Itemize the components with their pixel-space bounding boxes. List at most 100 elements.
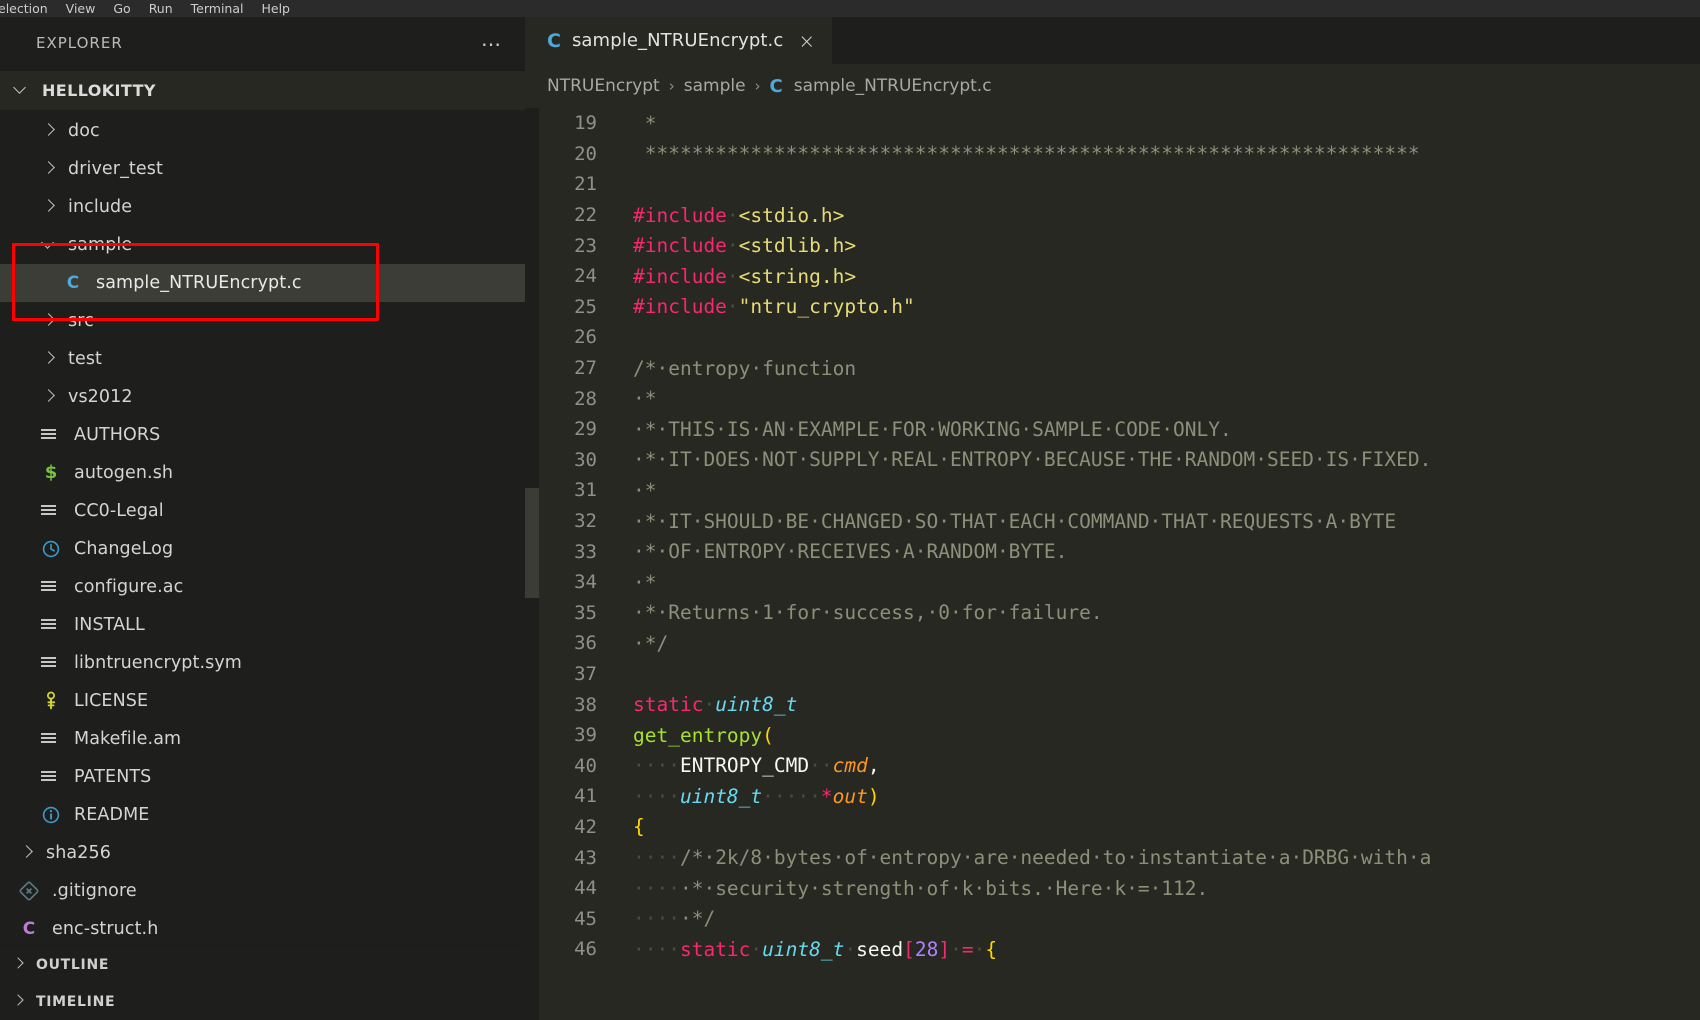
menu-item-help[interactable]: Help — [252, 0, 299, 17]
menu-item-run[interactable]: Run — [140, 0, 182, 17]
code-line[interactable]: 31 ·* — [539, 475, 1700, 506]
tree-item-libntruencrypt-sym[interactable]: libntruencrypt.sym — [0, 644, 525, 682]
line-number: 20 — [574, 142, 597, 165]
chevron-right-icon[interactable] — [38, 310, 60, 332]
code-line[interactable]: 45 ·····*/ — [539, 903, 1700, 934]
code-content[interactable]: 19 * 20 *********************************… — [539, 108, 1700, 1020]
line-text — [617, 173, 645, 196]
code-token: · — [726, 295, 739, 319]
code-line[interactable]: 24 #include·<string.h> — [539, 261, 1700, 292]
chevron-right-icon[interactable] — [38, 348, 60, 370]
code-line[interactable]: 20 *************************************… — [539, 139, 1700, 170]
line-number: 42 — [574, 815, 597, 838]
tree-item-label: INSTALL — [74, 614, 145, 635]
tree-item-vs2012[interactable]: vs2012 — [0, 378, 525, 416]
code-line[interactable]: 42 { — [539, 812, 1700, 843]
editor-scrollbar[interactable] — [525, 108, 539, 1020]
tree-item-label: PATENTS — [74, 766, 152, 787]
breadcrumb-item-file[interactable]: sample_NTRUEncrypt.c — [794, 76, 992, 96]
line-text: ·····*·security·strength·of·k·bits.·Here… — [617, 877, 1208, 900]
tree-item-license[interactable]: LICENSE — [0, 682, 525, 720]
outline-panel-label: OUTLINE — [36, 956, 110, 973]
code-line[interactable]: 37 — [539, 659, 1700, 690]
code-token: ···· — [633, 907, 680, 931]
tree-item-authors[interactable]: AUTHORS — [0, 416, 525, 454]
line-text: ····ENTROPY_CMD··cmd, — [617, 754, 880, 777]
tree-item-changelog[interactable]: ChangeLog — [0, 530, 525, 568]
code-token: #include — [633, 203, 727, 227]
chevron-right-icon[interactable] — [16, 842, 38, 864]
tree-item-driver-test[interactable]: driver_test — [0, 150, 525, 188]
code-line[interactable]: 26 — [539, 322, 1700, 353]
text-lines-icon — [38, 614, 64, 636]
code-line[interactable]: 22 #include·<stdio.h> — [539, 200, 1700, 231]
tree-item-configure-ac[interactable]: configure.ac — [0, 568, 525, 606]
code-line[interactable]: 44 ·····*·security·strength·of·k·bits.·He… — [539, 873, 1700, 904]
code-line[interactable]: 43 ····/*·2k/8·bytes·of·entropy·are·neede… — [539, 842, 1700, 873]
code-line[interactable]: 38 static·uint8_t — [539, 689, 1700, 720]
code-line[interactable]: 23 #include·<stdlib.h> — [539, 230, 1700, 261]
code-line[interactable]: 28 ·* — [539, 383, 1700, 414]
code-token: = — [961, 937, 974, 961]
line-text: ·*·OF·ENTROPY·RECEIVES·A·RANDOM·BYTE. — [617, 540, 1067, 563]
tree-item-cc0-legal[interactable]: CC0-Legal — [0, 492, 525, 530]
chevron-right-icon[interactable] — [38, 120, 60, 142]
code-line[interactable]: 35 ·*·Returns·1·for·success,·0·for·failur… — [539, 598, 1700, 629]
tab-sample-ntruencrypt-c[interactable]: C sample_NTRUEncrypt.c × — [525, 17, 833, 64]
tree-item-label: sample — [68, 234, 133, 255]
tree-item-autogen-sh[interactable]: $ autogen.sh — [0, 454, 525, 492]
code-line[interactable]: 46 ····static·uint8_t·seed[28]·=·{ — [539, 934, 1700, 965]
outline-panel-header[interactable]: OUTLINE — [0, 946, 525, 983]
close-icon[interactable]: × — [798, 31, 815, 51]
chevron-down-icon[interactable] — [10, 79, 32, 101]
code-line[interactable]: 40 ····ENTROPY_CMD··cmd, — [539, 750, 1700, 781]
tree-item-label: README — [74, 804, 150, 825]
code-token: ) — [867, 784, 880, 808]
tree-item-install[interactable]: INSTALL — [0, 606, 525, 644]
file-tree: doc driver_test include sample Csample_NTRUE… — [0, 109, 525, 945]
code-line[interactable]: 30 ·*·IT·DOES·NOT·SUPPLY·REAL·ENTROPY·BEC… — [539, 445, 1700, 476]
text-lines-icon — [38, 424, 64, 446]
chevron-right-icon[interactable] — [38, 196, 60, 218]
chevron-right-icon[interactable] — [38, 158, 60, 180]
tree-item-makefile-am[interactable]: Makefile.am — [0, 720, 525, 758]
chevron-right-icon[interactable] — [8, 991, 30, 1013]
tree-item-include[interactable]: include — [0, 188, 525, 226]
scrollbar-thumb[interactable] — [525, 488, 539, 598]
code-line[interactable]: 34 ·* — [539, 567, 1700, 598]
workspace-root-row[interactable]: HELLOKITTY — [0, 69, 525, 110]
menu-item-terminal[interactable]: Terminal — [182, 0, 253, 17]
code-line[interactable]: 19 * — [539, 108, 1700, 139]
menu-item-view[interactable]: View — [57, 0, 105, 17]
code-token: static — [633, 693, 704, 717]
tree-item--gitignore[interactable]: .gitignore — [0, 872, 525, 910]
code-line[interactable]: 39 get_entropy( — [539, 720, 1700, 751]
tree-item-src[interactable]: src — [0, 302, 525, 340]
tree-item-sample[interactable]: sample — [0, 226, 525, 264]
tree-item-test[interactable]: test — [0, 340, 525, 378]
code-line[interactable]: 21 — [539, 169, 1700, 200]
chevron-right-icon[interactable] — [38, 386, 60, 408]
code-token: out — [832, 784, 868, 808]
breadcrumb-item-sample[interactable]: sample — [684, 76, 746, 96]
menu-item-go[interactable]: Go — [104, 0, 139, 17]
code-line[interactable]: 36 ·*/ — [539, 628, 1700, 659]
timeline-panel-header[interactable]: TIMELINE — [0, 983, 525, 1020]
breadcrumb-item-ntruencrypt[interactable]: NTRUEncrypt — [547, 76, 660, 96]
code-line[interactable]: 32 ·*·IT·SHOULD·BE·CHANGED·SO·THAT·EACH·C… — [539, 506, 1700, 537]
code-line[interactable]: 27 /*·entropy·function — [539, 353, 1700, 384]
tree-item-doc[interactable]: doc — [0, 112, 525, 150]
code-line[interactable]: 29 ·*·THIS·IS·AN·EXAMPLE·FOR·WORKING·SAMP… — [539, 414, 1700, 445]
code-line[interactable]: 33 ·*·OF·ENTROPY·RECEIVES·A·RANDOM·BYTE. — [539, 536, 1700, 567]
chevron-down-icon[interactable] — [38, 234, 60, 256]
menu-item-selection[interactable]: election — [0, 0, 57, 17]
tree-item-sha256[interactable]: sha256 — [0, 834, 525, 872]
tree-item-readme[interactable]: README — [0, 796, 525, 834]
more-actions-icon[interactable]: … — [481, 29, 503, 52]
tree-item-patents[interactable]: PATENTS — [0, 758, 525, 796]
code-line[interactable]: 41 ····uint8_t·····*out) — [539, 781, 1700, 812]
code-line[interactable]: 25 #include·"ntru_crypto.h" — [539, 292, 1700, 323]
tree-item-enc-struct-h[interactable]: Cenc-struct.h — [0, 910, 525, 945]
tree-item-sample-ntruencrypt-c[interactable]: Csample_NTRUEncrypt.c — [0, 263, 525, 302]
chevron-right-icon[interactable] — [8, 954, 30, 976]
